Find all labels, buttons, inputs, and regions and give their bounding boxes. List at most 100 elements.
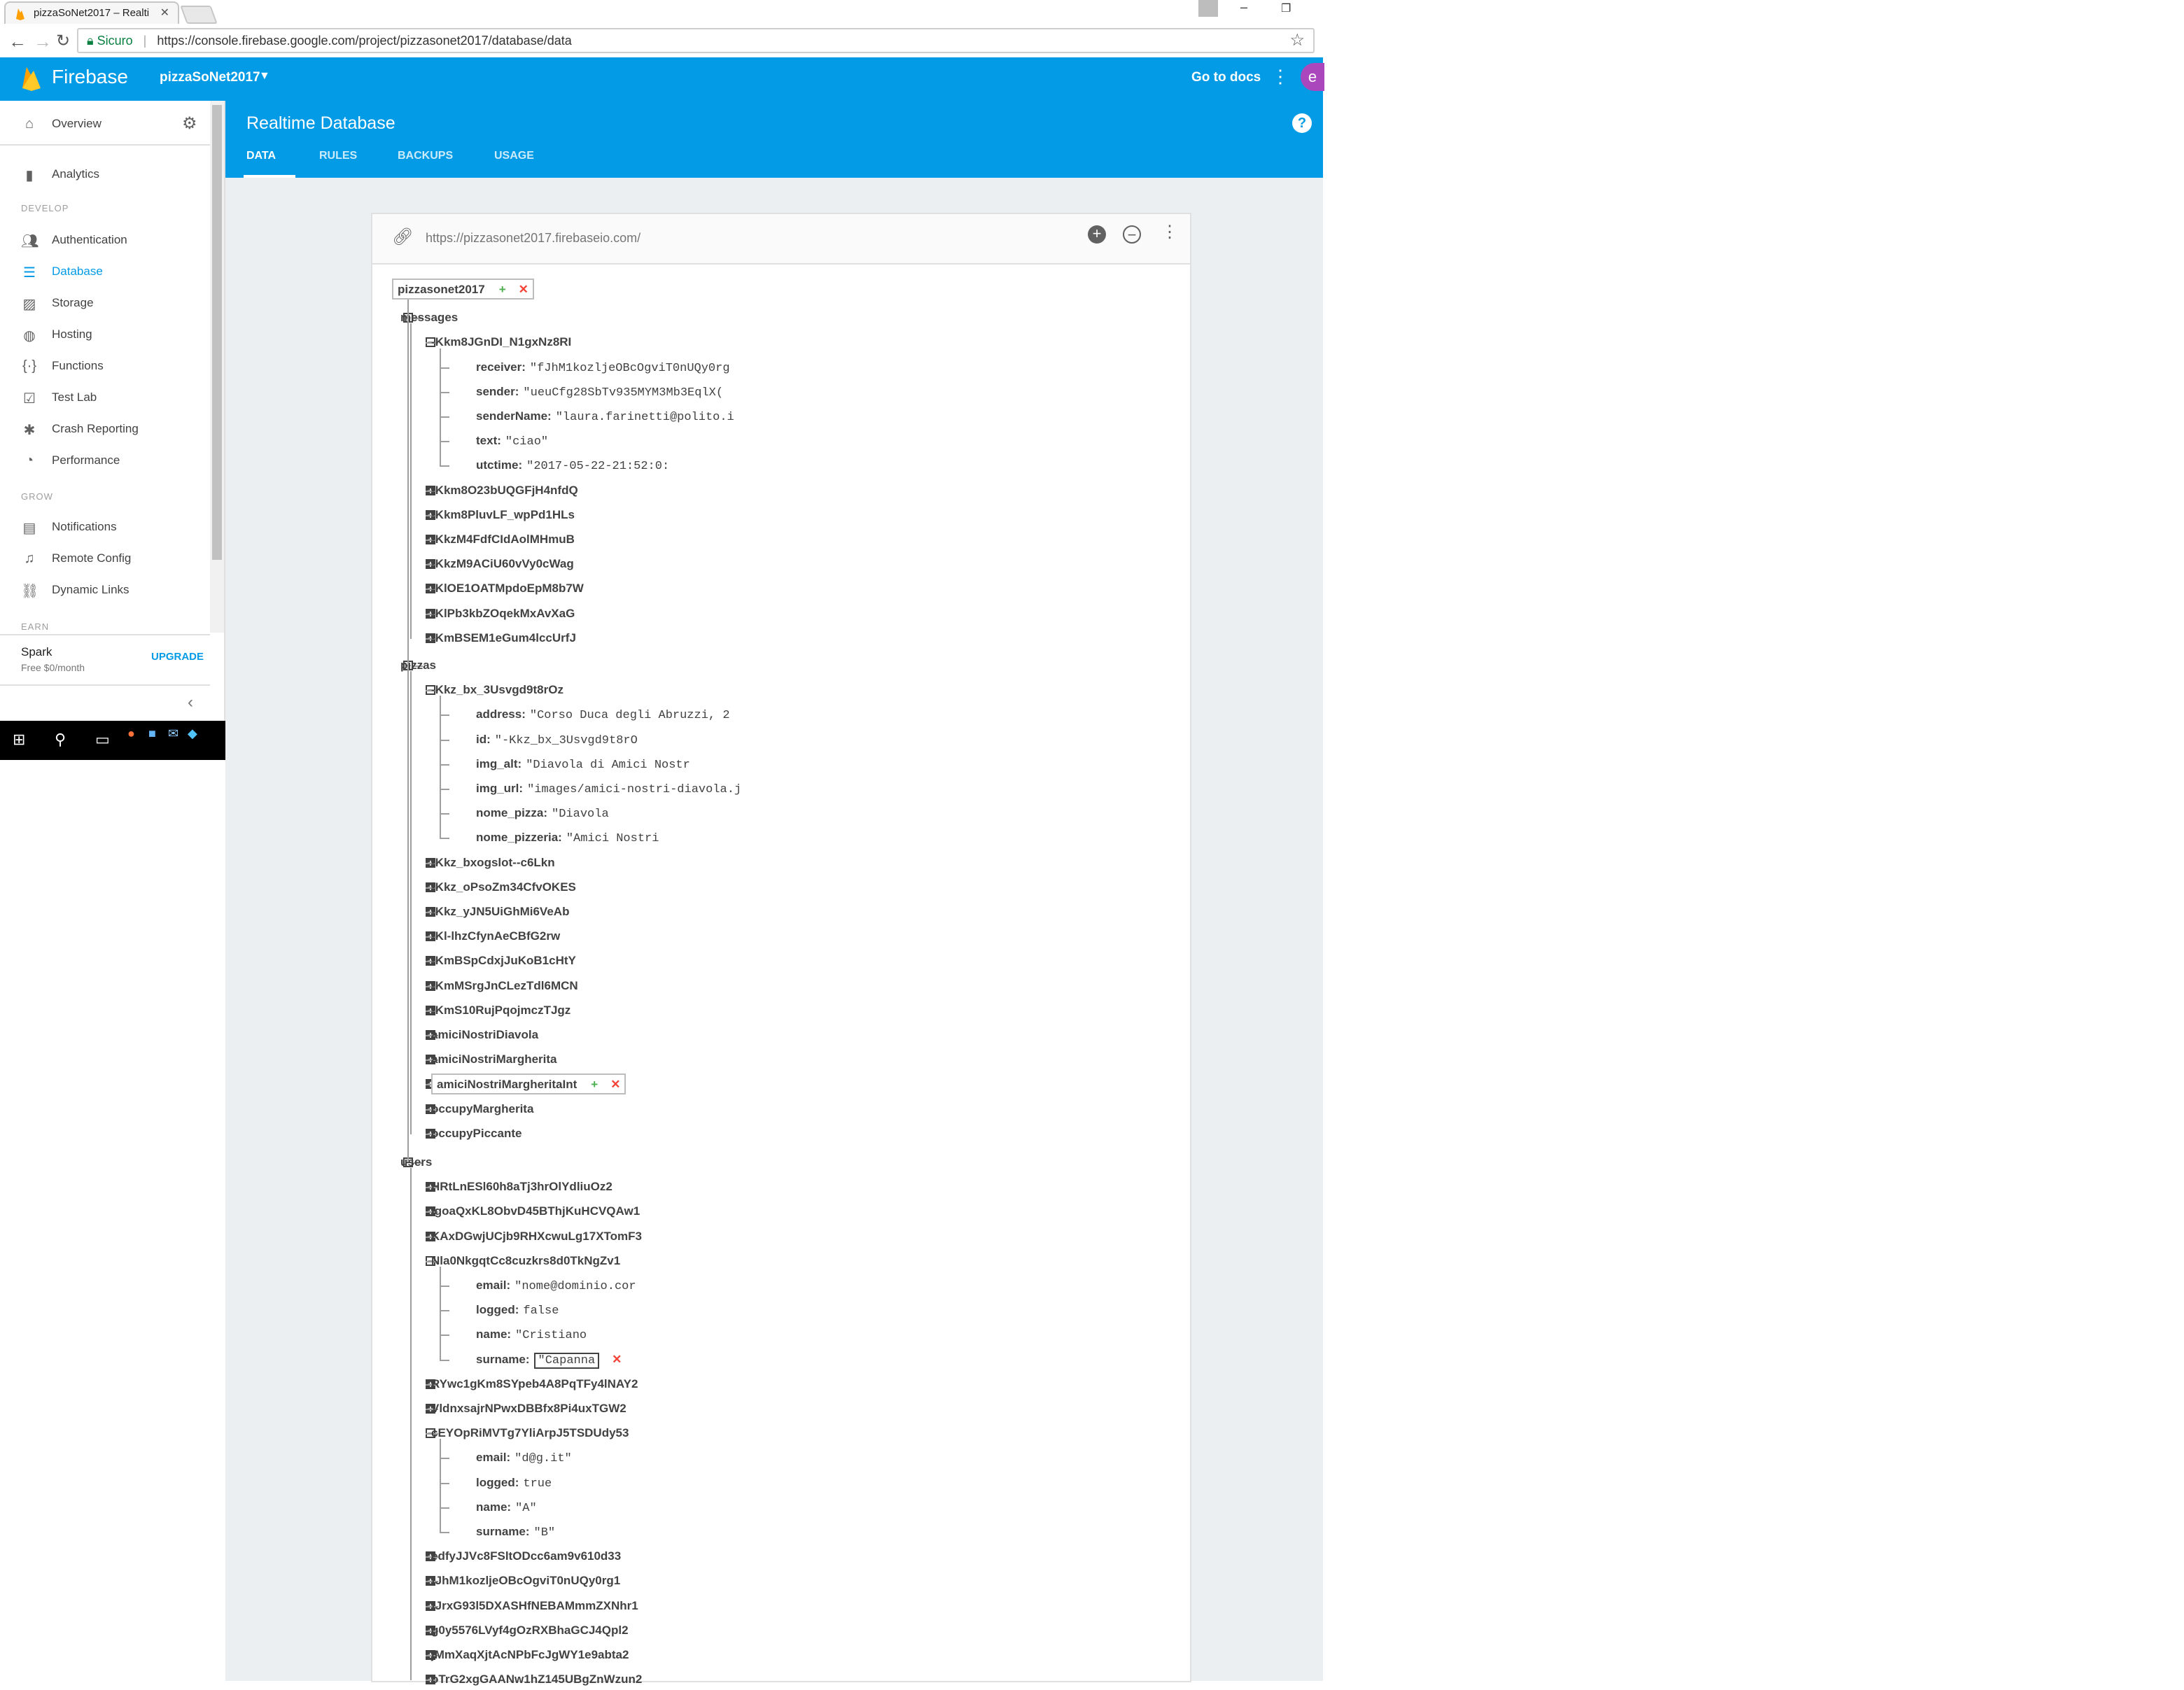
- upgrade-button[interactable]: UPGRADE: [151, 651, 204, 663]
- field-value[interactable]: "Cristiano: [515, 1329, 587, 1342]
- help-icon[interactable]: ?: [1292, 113, 1312, 133]
- node-key[interactable]: fJhM1kozljeOBcOgviT0nUQy0rg1: [431, 1574, 620, 1587]
- sidebar-item-storage[interactable]: ▨ Storage: [0, 290, 210, 318]
- node-key-row[interactable]: -KmBSEM1eGum4lccUrfJ: [431, 628, 576, 649]
- minimize-icon[interactable]: –: [1240, 0, 1247, 15]
- leaf-field[interactable]: id: "-Kkz_bx_3Usvgd9t8rO: [476, 729, 638, 750]
- node-key-row[interactable]: -KlOE1OATMpdoEpM8b7W: [431, 578, 584, 599]
- tab-backups[interactable]: BACKUPS: [398, 150, 453, 162]
- node-key[interactable]: occupyMargherita: [431, 1102, 533, 1115]
- close-tab-icon[interactable]: ✕: [160, 3, 169, 24]
- more-vert-icon[interactable]: ⋮: [1161, 224, 1179, 242]
- node-key[interactable]: amiciNostriMargheritaInt: [437, 1078, 577, 1091]
- node-key-row[interactable]: -Kkm8O23bUQGFjH4nfdQ: [431, 480, 578, 501]
- node-key-row[interactable]: -KkzM9ACiU60vVy0cWag: [431, 554, 574, 575]
- leaf-field[interactable]: senderName: "laura.farinetti@polito.i: [476, 406, 734, 427]
- go-to-docs-link[interactable]: Go to docs: [1191, 70, 1261, 85]
- node-key[interactable]: HRtLnESl60h8aTj3hrOlYdliuOz2: [431, 1180, 612, 1193]
- node-key[interactable]: -Kkz_oPsoZm34CfvOKES: [431, 880, 576, 894]
- delete-node-icon[interactable]: ✕: [610, 1078, 620, 1091]
- node-key[interactable]: KAxDGwjUCjb9RHXcwuLg17XTomF3: [431, 1230, 642, 1243]
- chevron-left-icon[interactable]: ‹: [188, 693, 193, 712]
- node-key-row[interactable]: -KmBSpCdxjJuKoB1cHtY: [431, 950, 576, 971]
- project-selector[interactable]: pizzaSoNet2017: [160, 70, 260, 85]
- field-value[interactable]: true: [523, 1477, 552, 1491]
- new-tab-button[interactable]: [180, 6, 218, 24]
- node-key-row[interactable]: fJhM1kozljeOBcOgviT0nUQy0rg1: [431, 1570, 620, 1591]
- chevron-down-icon[interactable]: ▼: [259, 70, 270, 83]
- field-value[interactable]: "Diavola di Amici Nostr: [526, 759, 690, 772]
- leaf-field[interactable]: sender: "ueuCfg28SbTv935MYM3Mb3EqlX(: [476, 381, 723, 402]
- sidebar-scrollbar[interactable]: [210, 101, 224, 633]
- node-key-row[interactable]: g0y5576LVyf4gOzRXBhaGCJ4Qpl2: [431, 1620, 629, 1641]
- add-child-icon[interactable]: +: [499, 283, 506, 296]
- node-key-row[interactable]: -Kkz_bx_3Usvgd9t8rOz: [431, 679, 564, 700]
- node-key[interactable]: pizzasonet2017: [398, 283, 485, 296]
- leaf-field[interactable]: logged: true: [476, 1472, 552, 1493]
- node-key[interactable]: -Kkm8JGnDI_N1gxNz8RI: [431, 335, 571, 348]
- node-key[interactable]: -KmBSEM1eGum4lccUrfJ: [431, 631, 576, 645]
- node-key[interactable]: -Kkz_bxogslot--c6Lkn: [431, 856, 555, 869]
- node-key-row[interactable]: -Kkz_oPsoZm34CfvOKES: [431, 877, 576, 898]
- node-key-row[interactable]: oTrG2xgGAANw1hZ145UBgZnWzun2: [431, 1669, 642, 1690]
- node-key-row[interactable]: occupyPiccante: [431, 1123, 522, 1144]
- node-key[interactable]: VldnxsajrNPwxDBBfx8Pi4uxTGW2: [431, 1402, 626, 1415]
- node-key-row[interactable]: occupyMargherita: [431, 1099, 533, 1120]
- db-root-node[interactable]: pizzasonet2017 + ✕: [392, 279, 534, 300]
- bookmark-star-icon[interactable]: ☆: [1289, 29, 1305, 52]
- node-key[interactable]: -KlPb3kbZOqekMxAvXaG: [431, 607, 575, 620]
- task-view-icon[interactable]: ▭: [95, 731, 110, 749]
- node-key[interactable]: fJrxG93l5DXASHfNEBAMmmZXNhr1: [431, 1599, 638, 1612]
- back-icon[interactable]: ←: [8, 31, 27, 52]
- leaf-field[interactable]: logged: false: [476, 1300, 559, 1321]
- more-vert-icon[interactable]: ⋮: [1271, 66, 1289, 87]
- node-key[interactable]: jMmXaqXjtAcNPbFcJgWY1e9abta2: [431, 1648, 629, 1661]
- node-key-row[interactable]: -KmMSrgJnCLezTdl6MCN: [431, 976, 578, 997]
- leaf-field[interactable]: img_alt: "Diavola di Amici Nostr: [476, 754, 690, 775]
- node-key[interactable]: oTrG2xgGAANw1hZ145UBgZnWzun2: [431, 1673, 642, 1686]
- leaf-field[interactable]: nome_pizzeria: "Amici Nostri: [476, 827, 659, 848]
- field-value[interactable]: "2017-05-22-21:52:0:: [526, 460, 669, 473]
- node-key[interactable]: -Kkz_yJN5UiGhMi6VeAb: [431, 905, 569, 918]
- field-value[interactable]: "fJhM1kozljeOBcOgviT0nUQy0rg: [530, 362, 730, 375]
- sidebar-item-database[interactable]: ☰ Database: [0, 258, 210, 286]
- mail-icon[interactable]: ✉: [168, 726, 178, 741]
- sidebar-item-overview[interactable]: ⌂ Overview: [0, 111, 210, 139]
- explorer-icon[interactable]: ■: [148, 726, 156, 741]
- node-key[interactable]: occupyPiccante: [431, 1127, 522, 1140]
- add-circle-icon[interactable]: +: [1088, 225, 1106, 244]
- field-value[interactable]: "ueuCfg28SbTv935MYM3Mb3EqlX(: [523, 386, 723, 400]
- sidebar-item-authentication[interactable]: 👥︎ Authentication: [0, 227, 210, 255]
- leaf-field[interactable]: surname: "Capanna ✕: [476, 1349, 622, 1370]
- field-value[interactable]: "-Kkz_bx_3Usvgd9t8rO: [495, 734, 638, 747]
- node-key-row[interactable]: edfyJJVc8FSltODcc6am9v610d33: [431, 1546, 621, 1567]
- restore-icon[interactable]: ❐: [1281, 1, 1291, 15]
- browser-tab[interactable]: pizzaSoNet2017 – Realti ✕: [4, 1, 179, 24]
- sidebar-item-notifications[interactable]: ▤ Notifications: [0, 514, 210, 542]
- app-icon[interactable]: ◆: [188, 726, 197, 741]
- field-value[interactable]: "Corso Duca degli Abruzzi, 2: [530, 709, 730, 722]
- reload-icon[interactable]: ↻: [56, 31, 70, 51]
- leaf-field[interactable]: nome_pizza: "Diavola: [476, 803, 609, 824]
- sidebar-item-hosting[interactable]: ◍ Hosting: [0, 321, 210, 349]
- node-key[interactable]: messages: [400, 311, 458, 324]
- node-key[interactable]: -Kkz_bx_3Usvgd9t8rOz: [431, 683, 564, 696]
- sidebar-item-performance[interactable]: ◔ Performance: [0, 447, 210, 475]
- link-icon[interactable]: 🔗︎: [392, 227, 413, 247]
- leaf-field[interactable]: utctime: "2017-05-22-21:52:0:: [476, 455, 669, 476]
- node-messages[interactable]: messages: [400, 307, 458, 328]
- node-key-row[interactable]: -KmS10RujPqojmczTJgz: [431, 1000, 570, 1021]
- leaf-field[interactable]: name: "A": [476, 1497, 537, 1518]
- node-key[interactable]: cEYOpRiMVTg7YliArpJ5TSDUdy53: [431, 1426, 629, 1439]
- node-key-row[interactable]: amiciNostriDiavola: [431, 1024, 538, 1045]
- node-key-row[interactable]: KAxDGwjUCjb9RHXcwuLg17XTomF3: [431, 1226, 642, 1247]
- node-key[interactable]: -KmS10RujPqojmczTJgz: [431, 1004, 570, 1017]
- sidebar-item-crash-reporting[interactable]: ✱ Crash Reporting: [0, 416, 210, 444]
- leaf-field[interactable]: img_url: "images/amici-nostri-diavola.j: [476, 778, 741, 799]
- field-value[interactable]: "B": [534, 1526, 556, 1540]
- node-key[interactable]: IgoaQxKL8ObvD45BThjKuHCVQAw1: [431, 1204, 640, 1218]
- tab-rules[interactable]: RULES: [319, 150, 357, 162]
- node-key[interactable]: -KmBSpCdxjJuKoB1cHtY: [431, 954, 576, 967]
- field-value[interactable]: "Amici Nostri: [566, 832, 659, 845]
- node-key-row[interactable]: cEYOpRiMVTg7YliArpJ5TSDUdy53: [431, 1423, 629, 1444]
